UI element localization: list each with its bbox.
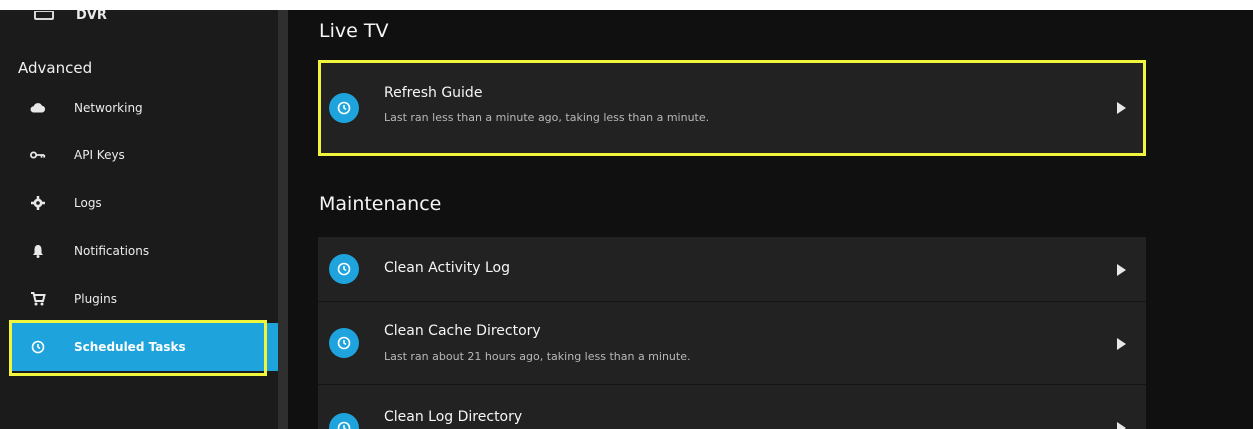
- sidebar: DVR Advanced Networking API Keys Logs No…: [0, 10, 278, 429]
- cloud-icon: [30, 100, 46, 116]
- sidebar-section-advanced: Advanced: [18, 59, 93, 77]
- task-name: Clean Log Directory: [384, 409, 523, 425]
- section-title-maintenance: Maintenance: [319, 193, 442, 215]
- task-name: Clean Cache Directory: [384, 323, 541, 339]
- sidebar-item-api-keys[interactable]: API Keys: [10, 131, 278, 179]
- task-status: Last ran less than a minute ago, taking …: [384, 111, 710, 124]
- task-name: Clean Activity Log: [384, 260, 510, 276]
- gear-icon: [30, 195, 46, 211]
- sidebar-item-plugins[interactable]: Plugins: [10, 275, 278, 323]
- sidebar-divider: [278, 10, 288, 429]
- clock-icon: [329, 93, 359, 123]
- sidebar-item-label: Scheduled Tasks: [74, 340, 186, 354]
- clock-icon: [329, 328, 359, 358]
- sidebar-item-label: Plugins: [74, 292, 117, 306]
- play-arrow-icon[interactable]: [1117, 422, 1126, 429]
- sidebar-item-networking[interactable]: Networking: [10, 84, 278, 132]
- play-arrow-icon[interactable]: [1117, 338, 1126, 350]
- sidebar-item-label: Networking: [74, 101, 143, 115]
- clock-icon: [329, 413, 359, 429]
- play-arrow-icon[interactable]: [1117, 264, 1126, 276]
- play-arrow-icon[interactable]: [1117, 102, 1126, 114]
- task-name: Refresh Guide: [384, 85, 483, 101]
- sidebar-item-notifications[interactable]: Notifications: [10, 227, 278, 275]
- task-clean-activity-log[interactable]: Clean Activity Log: [318, 237, 1146, 301]
- app-window: DVR Advanced Networking API Keys Logs No…: [0, 0, 1253, 429]
- clock-icon: [30, 339, 46, 355]
- task-status: Last ran about 21 hours ago, taking less…: [384, 350, 691, 363]
- sidebar-item-label: Logs: [74, 196, 102, 210]
- task-refresh-guide[interactable]: Refresh Guide Last ran less than a minut…: [318, 62, 1146, 154]
- bell-icon: [30, 243, 46, 259]
- section-title-live-tv: Live TV: [319, 20, 389, 42]
- task-clean-cache-directory[interactable]: Clean Cache Directory Last ran about 21 …: [318, 302, 1146, 384]
- main-content: Live TV Refresh Guide Last ran less than…: [288, 10, 1253, 429]
- sidebar-item-scheduled-tasks[interactable]: Scheduled Tasks: [10, 323, 278, 371]
- dvr-icon: [34, 10, 54, 25]
- clock-icon: [329, 254, 359, 284]
- key-icon: [30, 147, 46, 163]
- cart-icon: [30, 291, 46, 307]
- sidebar-item-dvr[interactable]: DVR: [0, 10, 278, 26]
- task-clean-log-directory[interactable]: Clean Log Directory: [318, 385, 1146, 429]
- sidebar-item-label: DVR: [76, 10, 107, 23]
- sidebar-item-label: API Keys: [74, 148, 125, 162]
- sidebar-item-logs[interactable]: Logs: [10, 179, 278, 227]
- top-strip: [0, 0, 1253, 10]
- sidebar-item-label: Notifications: [74, 244, 150, 258]
